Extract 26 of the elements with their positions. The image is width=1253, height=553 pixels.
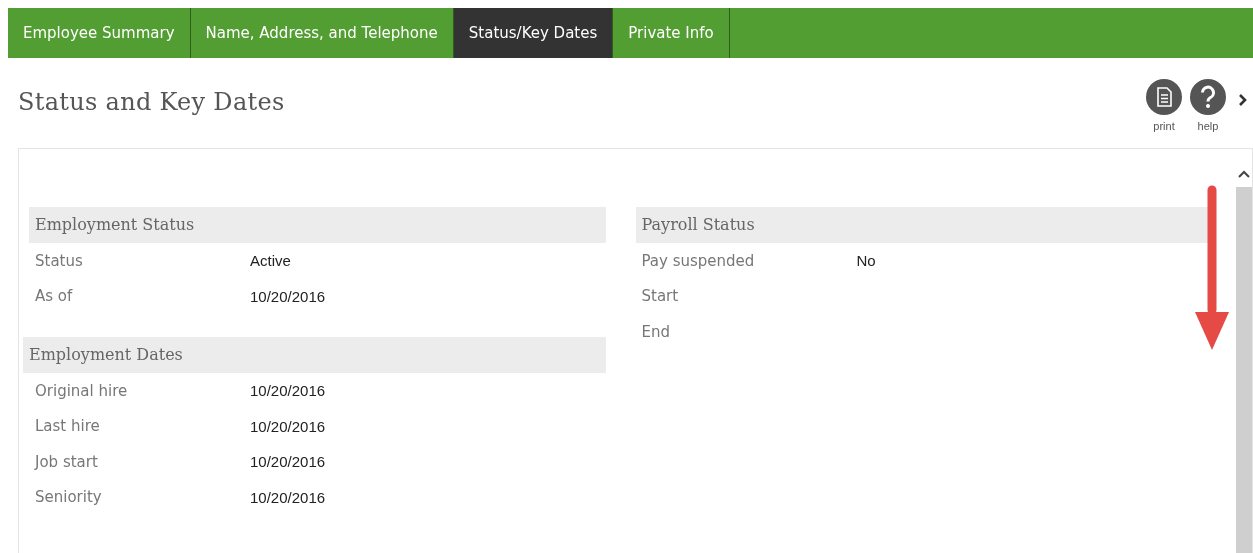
field-label: End — [641, 322, 671, 341]
field-label: Status — [35, 251, 84, 270]
field-value: No — [856, 252, 876, 270]
field-label: Pay suspended — [641, 251, 756, 270]
print-button[interactable]: print — [1144, 78, 1184, 132]
field-label: Last hire — [35, 417, 101, 436]
field-value: 10/20/2016 — [250, 287, 326, 305]
field-label: Start — [641, 287, 680, 306]
section-header: Employment Status — [29, 207, 606, 243]
chevron-right-icon[interactable] — [1238, 93, 1248, 107]
field-label: Job start — [35, 452, 99, 471]
field-value: 10/20/2016 — [250, 417, 326, 435]
field-label: Original hire — [35, 381, 129, 400]
page-title: Status and Key Dates — [18, 88, 286, 116]
help-icon — [1189, 78, 1227, 116]
field-value: 10/20/2016 — [250, 488, 326, 506]
section-header: Employment Dates — [23, 337, 606, 373]
field-value: 10/20/2016 — [250, 453, 326, 471]
document-icon — [1145, 78, 1183, 116]
field-label: Seniority — [35, 488, 103, 507]
tab[interactable]: Status/Key Dates — [453, 8, 614, 58]
help-button[interactable]: help — [1188, 78, 1228, 132]
scroll-up-icon[interactable] — [1237, 169, 1251, 179]
field-label: As of — [35, 287, 74, 306]
field-value: 10/20/2016 — [250, 382, 326, 400]
field-value: Active — [250, 252, 291, 270]
